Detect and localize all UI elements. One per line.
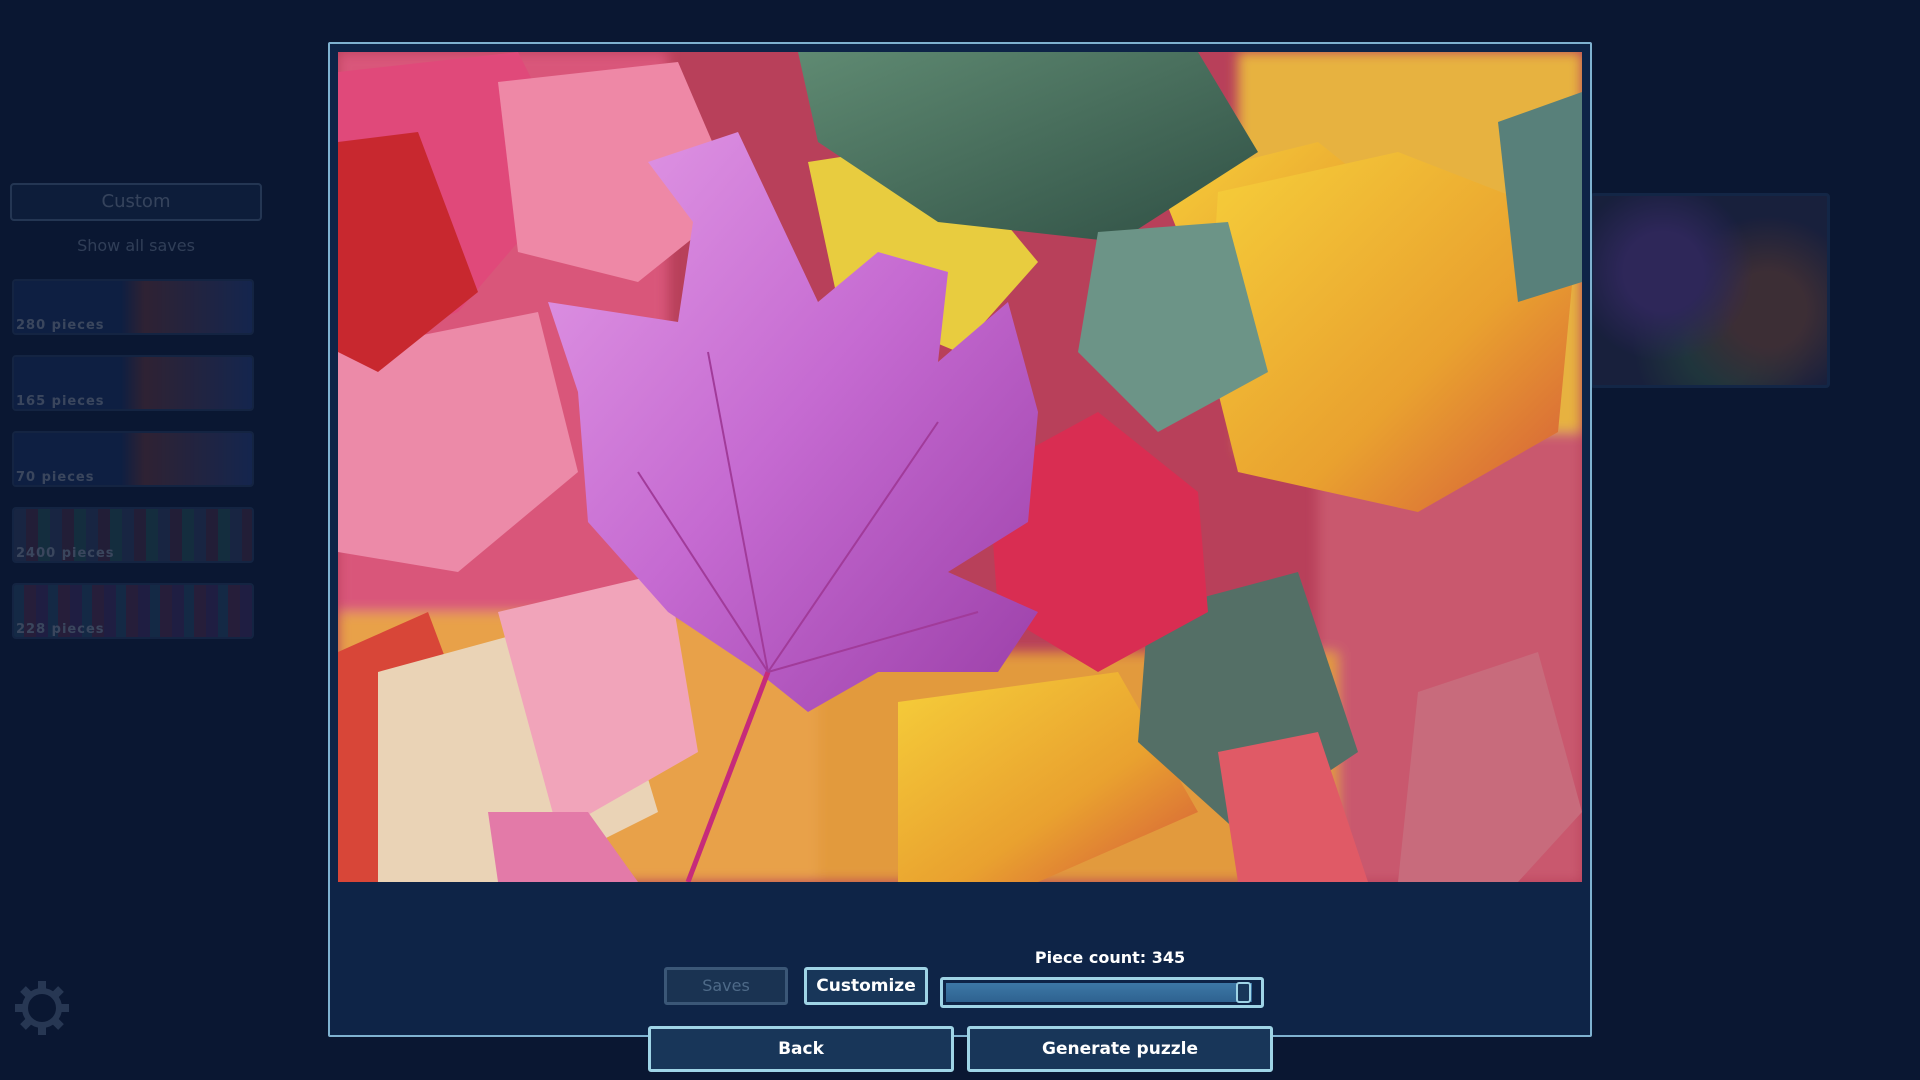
save-item: 228 pieces (12, 583, 254, 639)
background-preview-thumbnail (1590, 193, 1830, 388)
back-button[interactable]: Back (648, 1026, 954, 1072)
save-piece-count: 70 pieces (16, 470, 95, 485)
slider-handle[interactable] (1236, 982, 1251, 1003)
puzzle-image-preview (338, 52, 1582, 882)
custom-button: Custom (10, 183, 262, 221)
piece-count-label: Piece count: 345 (1034, 948, 1186, 967)
generate-puzzle-button[interactable]: Generate puzzle (967, 1026, 1273, 1072)
autumn-leaves-image (338, 52, 1582, 882)
slider-fill (946, 983, 1252, 1002)
gear-icon (15, 981, 69, 1035)
save-item: 70 pieces (12, 431, 254, 487)
save-piece-count: 228 pieces (16, 622, 105, 637)
piece-count-slider[interactable] (940, 977, 1264, 1008)
save-item: 280 pieces (12, 279, 254, 335)
save-item: 2400 pieces (12, 507, 254, 563)
save-piece-count: 280 pieces (16, 318, 105, 333)
save-piece-count: 165 pieces (16, 394, 105, 409)
save-piece-count: 2400 pieces (16, 546, 115, 561)
puzzle-setup-dialog: Saves Customize Piece count: 345 Back Ge… (328, 42, 1592, 1072)
game-screen: Custom Show all saves 280 pieces 165 pie… (0, 0, 1920, 1080)
saves-button[interactable]: Saves (664, 967, 788, 1005)
save-item: 165 pieces (12, 355, 254, 411)
dialog-controls: Saves Customize Piece count: 345 Back Ge… (330, 882, 1590, 1072)
customize-button[interactable]: Customize (804, 967, 928, 1005)
show-all-saves-link: Show all saves (77, 236, 195, 255)
